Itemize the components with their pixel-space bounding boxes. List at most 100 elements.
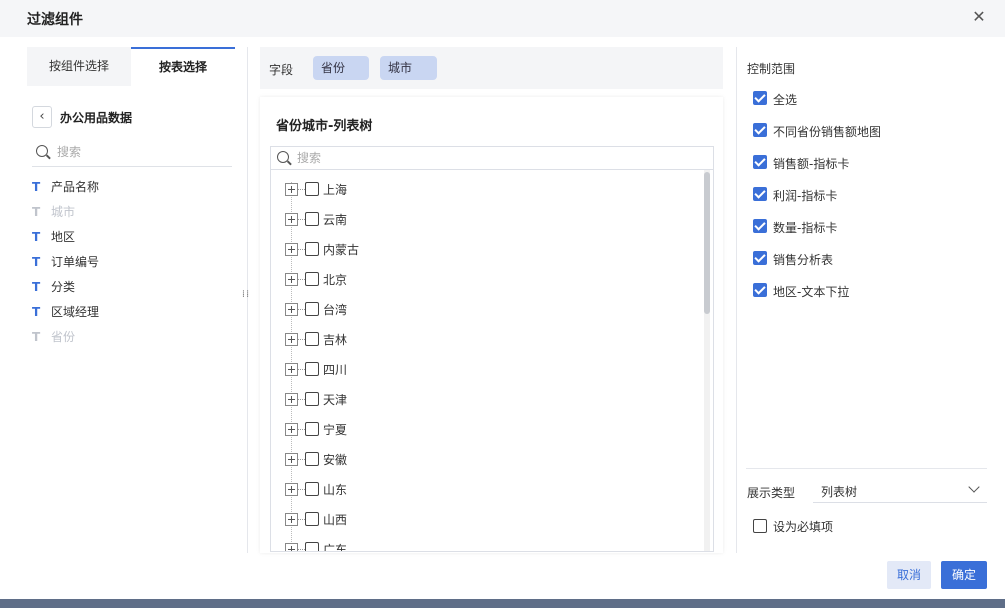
required-label: 设为必填项 bbox=[773, 520, 834, 534]
field-label: 城市 bbox=[51, 205, 76, 219]
field-search bbox=[32, 139, 232, 167]
field-item-city: T 城市 bbox=[32, 202, 232, 227]
control-scope-label: 地区-文本下拉 bbox=[773, 285, 850, 299]
back-icon[interactable]: ‹ bbox=[32, 106, 52, 128]
tree-node-label: 四川 bbox=[323, 363, 348, 377]
field-item-product-name[interactable]: T 产品名称 bbox=[32, 177, 232, 202]
tree-node-label: 安徽 bbox=[323, 453, 348, 467]
text-type-icon: T bbox=[32, 280, 41, 294]
field-item-category[interactable]: T 分类 bbox=[32, 277, 232, 302]
node-checkbox[interactable] bbox=[305, 242, 319, 256]
node-checkbox[interactable] bbox=[305, 422, 319, 436]
field-chip-province[interactable]: 省份 bbox=[313, 56, 369, 80]
expand-icon[interactable] bbox=[285, 483, 298, 496]
control-scope-item[interactable]: 全选 bbox=[753, 91, 983, 123]
tree-node-label: 云南 bbox=[323, 213, 348, 227]
display-type-label: 展示类型 bbox=[747, 486, 796, 500]
filter-component-dialog: 过滤组件 ✕ 按组件选择 按表选择 ‹ 办公用品数据 T 产品名称 T 城市 bbox=[0, 0, 1005, 599]
tree-node-label: 广东 bbox=[323, 543, 348, 552]
field-search-input[interactable] bbox=[57, 142, 227, 162]
expand-icon[interactable] bbox=[285, 243, 298, 256]
checkbox-checked-icon bbox=[753, 251, 767, 265]
expand-icon[interactable] bbox=[285, 543, 298, 551]
tree-connector bbox=[298, 369, 305, 370]
tree-node-label: 宁夏 bbox=[323, 423, 348, 437]
tree-node-label: 山西 bbox=[323, 513, 348, 527]
tree-connector bbox=[298, 519, 305, 520]
checkbox-checked-icon bbox=[753, 283, 767, 297]
node-checkbox[interactable] bbox=[305, 332, 319, 346]
field-item-province: T 省份 bbox=[32, 327, 232, 352]
control-scope-label: 销售分析表 bbox=[773, 253, 834, 267]
text-type-icon: T bbox=[32, 230, 41, 244]
node-checkbox[interactable] bbox=[305, 512, 319, 526]
right-divider bbox=[736, 47, 737, 553]
expand-icon[interactable] bbox=[285, 273, 298, 286]
node-checkbox[interactable] bbox=[305, 482, 319, 496]
control-scope-item[interactable]: 地区-文本下拉 bbox=[753, 283, 983, 315]
field-label: 分类 bbox=[51, 280, 76, 294]
chevron-down-icon bbox=[968, 481, 980, 493]
tree-node-label: 台湾 bbox=[323, 303, 348, 317]
tree-search-input[interactable] bbox=[297, 149, 697, 167]
tree-connector bbox=[298, 549, 305, 550]
text-type-icon: T bbox=[32, 205, 41, 219]
node-checkbox[interactable] bbox=[305, 362, 319, 376]
tree-preview-card: 省份城市-列表树 上海云南内蒙古北京台湾吉林四川天津宁夏安徽山东山西广东 bbox=[260, 97, 723, 553]
tree-search bbox=[270, 146, 714, 170]
dataset-name: 办公用品数据 bbox=[60, 111, 133, 125]
tree-connector bbox=[298, 429, 305, 430]
control-scope-item[interactable]: 销售分析表 bbox=[753, 251, 983, 283]
dialog-title: 过滤组件 bbox=[27, 12, 83, 28]
field-item-order-id[interactable]: T 订单编号 bbox=[32, 252, 232, 277]
tree-scrollbar-thumb[interactable] bbox=[704, 172, 710, 314]
tree-node-label: 内蒙古 bbox=[323, 243, 360, 257]
tree-connector bbox=[298, 189, 305, 190]
tree-node-label: 北京 bbox=[323, 273, 348, 287]
tree-connector bbox=[298, 219, 305, 220]
expand-icon[interactable] bbox=[285, 513, 298, 526]
node-checkbox[interactable] bbox=[305, 212, 319, 226]
expand-icon[interactable] bbox=[285, 213, 298, 226]
expand-icon[interactable] bbox=[285, 183, 298, 196]
tab-by-component[interactable]: 按组件选择 bbox=[27, 47, 131, 86]
expand-icon[interactable] bbox=[285, 333, 298, 346]
display-type-select[interactable]: 列表树 bbox=[813, 477, 987, 503]
checkbox-checked-icon bbox=[753, 123, 767, 137]
node-checkbox[interactable] bbox=[305, 392, 319, 406]
checkbox-checked-icon bbox=[753, 187, 767, 201]
field-label: 地区 bbox=[51, 230, 76, 244]
section-divider bbox=[746, 468, 987, 469]
control-scope-label: 不同省份销售额地图 bbox=[773, 125, 882, 139]
expand-icon[interactable] bbox=[285, 393, 298, 406]
confirm-button[interactable]: 确定 bbox=[941, 561, 987, 589]
cancel-button[interactable]: 取消 bbox=[887, 561, 931, 589]
node-checkbox[interactable] bbox=[305, 302, 319, 316]
control-scope-item[interactable]: 数量-指标卡 bbox=[753, 219, 983, 251]
control-scope-item[interactable]: 销售额-指标卡 bbox=[753, 155, 983, 187]
node-checkbox[interactable] bbox=[305, 452, 319, 466]
tree-connector bbox=[298, 309, 305, 310]
tree-connector bbox=[298, 489, 305, 490]
tab-by-table[interactable]: 按表选择 bbox=[131, 47, 235, 86]
expand-icon[interactable] bbox=[285, 453, 298, 466]
expand-icon[interactable] bbox=[285, 363, 298, 376]
field-label: 区域经理 bbox=[51, 305, 100, 319]
field-chip-city[interactable]: 城市 bbox=[380, 56, 437, 80]
control-scope-item[interactable]: 利润-指标卡 bbox=[753, 187, 983, 219]
control-scope-label: 数量-指标卡 bbox=[773, 221, 838, 235]
checkbox-checked-icon bbox=[753, 155, 767, 169]
field-item-region-manager[interactable]: T 区域经理 bbox=[32, 302, 232, 327]
node-checkbox[interactable] bbox=[305, 272, 319, 286]
node-checkbox[interactable] bbox=[305, 182, 319, 196]
tree-card-title: 省份城市-列表树 bbox=[276, 119, 373, 134]
expand-icon[interactable] bbox=[285, 423, 298, 436]
field-item-region[interactable]: T 地区 bbox=[32, 227, 232, 252]
text-type-icon: T bbox=[32, 305, 41, 319]
province-tree: 上海 云南 内蒙古 北京 台湾 吉林 四川 天津 宁夏 安徽 山东 山西 广东 bbox=[270, 170, 714, 552]
expand-icon[interactable] bbox=[285, 303, 298, 316]
drag-handle-icon[interactable]: ⁞⁞ bbox=[241, 290, 251, 307]
close-icon[interactable]: ✕ bbox=[970, 7, 988, 27]
node-checkbox[interactable] bbox=[305, 542, 319, 551]
control-scope-item[interactable]: 不同省份销售额地图 bbox=[753, 123, 983, 155]
